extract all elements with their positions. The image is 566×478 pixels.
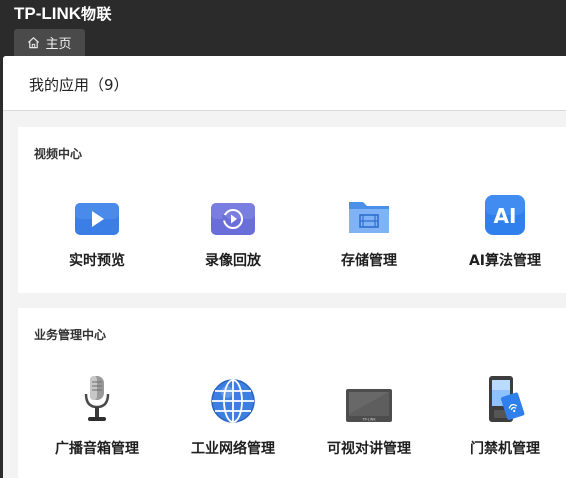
app-access-control-management[interactable]: 门禁机管理 xyxy=(440,370,566,458)
app-ai-algorithm-management[interactable]: AI AI算法管理 xyxy=(440,182,566,270)
svg-text:TP-LINK: TP-LINK xyxy=(361,418,376,422)
section-title-video-center: 视频中心 xyxy=(34,147,83,161)
tab-home-label: 主页 xyxy=(45,37,72,52)
app-label: AI算法管理 xyxy=(468,253,542,269)
svg-text:AI: AI xyxy=(494,204,517,228)
app-video-intercom-management[interactable]: TP-LINK 可视对讲管理 xyxy=(304,370,434,458)
app-label: 可视对讲管理 xyxy=(327,441,411,457)
app-live-preview[interactable]: 实时预览 xyxy=(32,182,162,270)
app-label: 实时预览 xyxy=(69,253,125,269)
storage-folder-icon xyxy=(349,202,389,233)
app-label: 工业网络管理 xyxy=(191,441,275,457)
network-globe-icon xyxy=(211,379,255,423)
tab-home[interactable]: 主页 xyxy=(14,29,85,56)
playback-icon xyxy=(211,203,255,235)
home-icon xyxy=(28,37,40,49)
app-industrial-network-management[interactable]: 工业网络管理 xyxy=(168,370,298,458)
app-broadcast-speaker-management[interactable]: 广播音箱管理 xyxy=(32,370,162,458)
main-content: 我的应用（9） 视频中心 实时预览 录像回放 存储管理 AI AI算法管理 业务… xyxy=(3,56,566,478)
ai-icon: AI xyxy=(485,195,525,235)
apps-header: 我的应用（9） xyxy=(3,56,566,111)
app-video-playback[interactable]: 录像回放 xyxy=(168,182,298,270)
app-storage-management[interactable]: 存储管理 xyxy=(304,182,434,270)
app-label: 广播音箱管理 xyxy=(55,441,139,457)
intercom-screen-icon: TP-LINK xyxy=(346,389,392,422)
play-video-icon xyxy=(75,203,119,235)
section-title-business-center: 业务管理中心 xyxy=(34,328,107,342)
top-bar: TP-LINK物联 主页 xyxy=(0,0,566,56)
microphone-icon xyxy=(84,376,110,421)
app-label: 存储管理 xyxy=(341,253,397,269)
app-label: 门禁机管理 xyxy=(470,441,540,457)
video-center-card: 视频中心 实时预览 录像回放 存储管理 AI AI算法管理 xyxy=(18,127,566,293)
app-label: 录像回放 xyxy=(205,253,261,269)
access-control-icon xyxy=(489,376,525,422)
page-title: 我的应用（9） xyxy=(29,76,129,94)
business-center-card: 业务管理中心 广播音箱管理 工业网络管理 TP-LINK 可视对讲管理 门禁机管… xyxy=(18,308,566,478)
brand-logo: TP-LINK物联 xyxy=(14,4,113,23)
